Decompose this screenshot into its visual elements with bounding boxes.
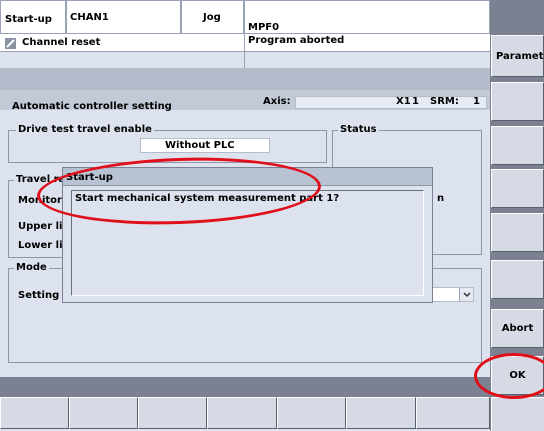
mode-title: Mode <box>14 262 49 273</box>
bottom-softkey-5[interactable] <box>277 397 346 429</box>
softkey-abort[interactable]: Abort <box>491 309 544 348</box>
axis-label: Axis: <box>263 96 291 107</box>
softkey-parameter[interactable]: Paramete <box>491 35 544 77</box>
bottom-softkey-3[interactable] <box>138 397 207 429</box>
header-divider <box>244 34 245 68</box>
highlight-ellipse-ok <box>474 353 544 399</box>
header-program: MPF0 <box>248 22 280 33</box>
header-program-cell <box>244 0 490 34</box>
bottom-softkey-4[interactable] <box>207 397 277 429</box>
srm-label: SRM: <box>430 96 459 107</box>
bottom-softkey-2[interactable] <box>69 397 138 429</box>
section-title: Automatic controller setting <box>12 101 172 112</box>
bottom-softkey-6[interactable] <box>346 397 416 429</box>
bottom-softkey-7[interactable] <box>416 397 490 429</box>
status-partial-text: n <box>437 193 445 204</box>
drive-test-title: Drive test travel enable <box>16 124 154 135</box>
right-top-blank <box>491 0 544 34</box>
srm-value: 1 <box>473 96 480 107</box>
status-title: Status <box>338 124 379 135</box>
channel-reset-icon <box>5 38 16 49</box>
softkey-6[interactable] <box>491 260 544 299</box>
chevron-down-icon[interactable] <box>459 288 473 301</box>
header-opmode: Jog <box>203 12 221 23</box>
bottom-softkey-1[interactable] <box>0 397 69 429</box>
header-gray-band <box>0 68 490 90</box>
softkey-4[interactable] <box>491 169 544 208</box>
header-channel: CHAN1 <box>70 12 109 23</box>
softkey-5[interactable] <box>491 213 544 252</box>
header-mode: Start-up <box>5 14 52 25</box>
softkey-2[interactable] <box>491 82 544 121</box>
axis-value: X1 <box>396 96 411 107</box>
softkey-3[interactable] <box>491 126 544 165</box>
drive-test-value: Without PLC <box>165 140 235 151</box>
axis-number: 1 <box>412 96 419 107</box>
bottom-info-strip <box>0 377 490 397</box>
channel-status: Channel reset <box>22 37 101 48</box>
right-bottom-blank <box>491 397 544 431</box>
program-status: Program aborted <box>248 35 345 46</box>
